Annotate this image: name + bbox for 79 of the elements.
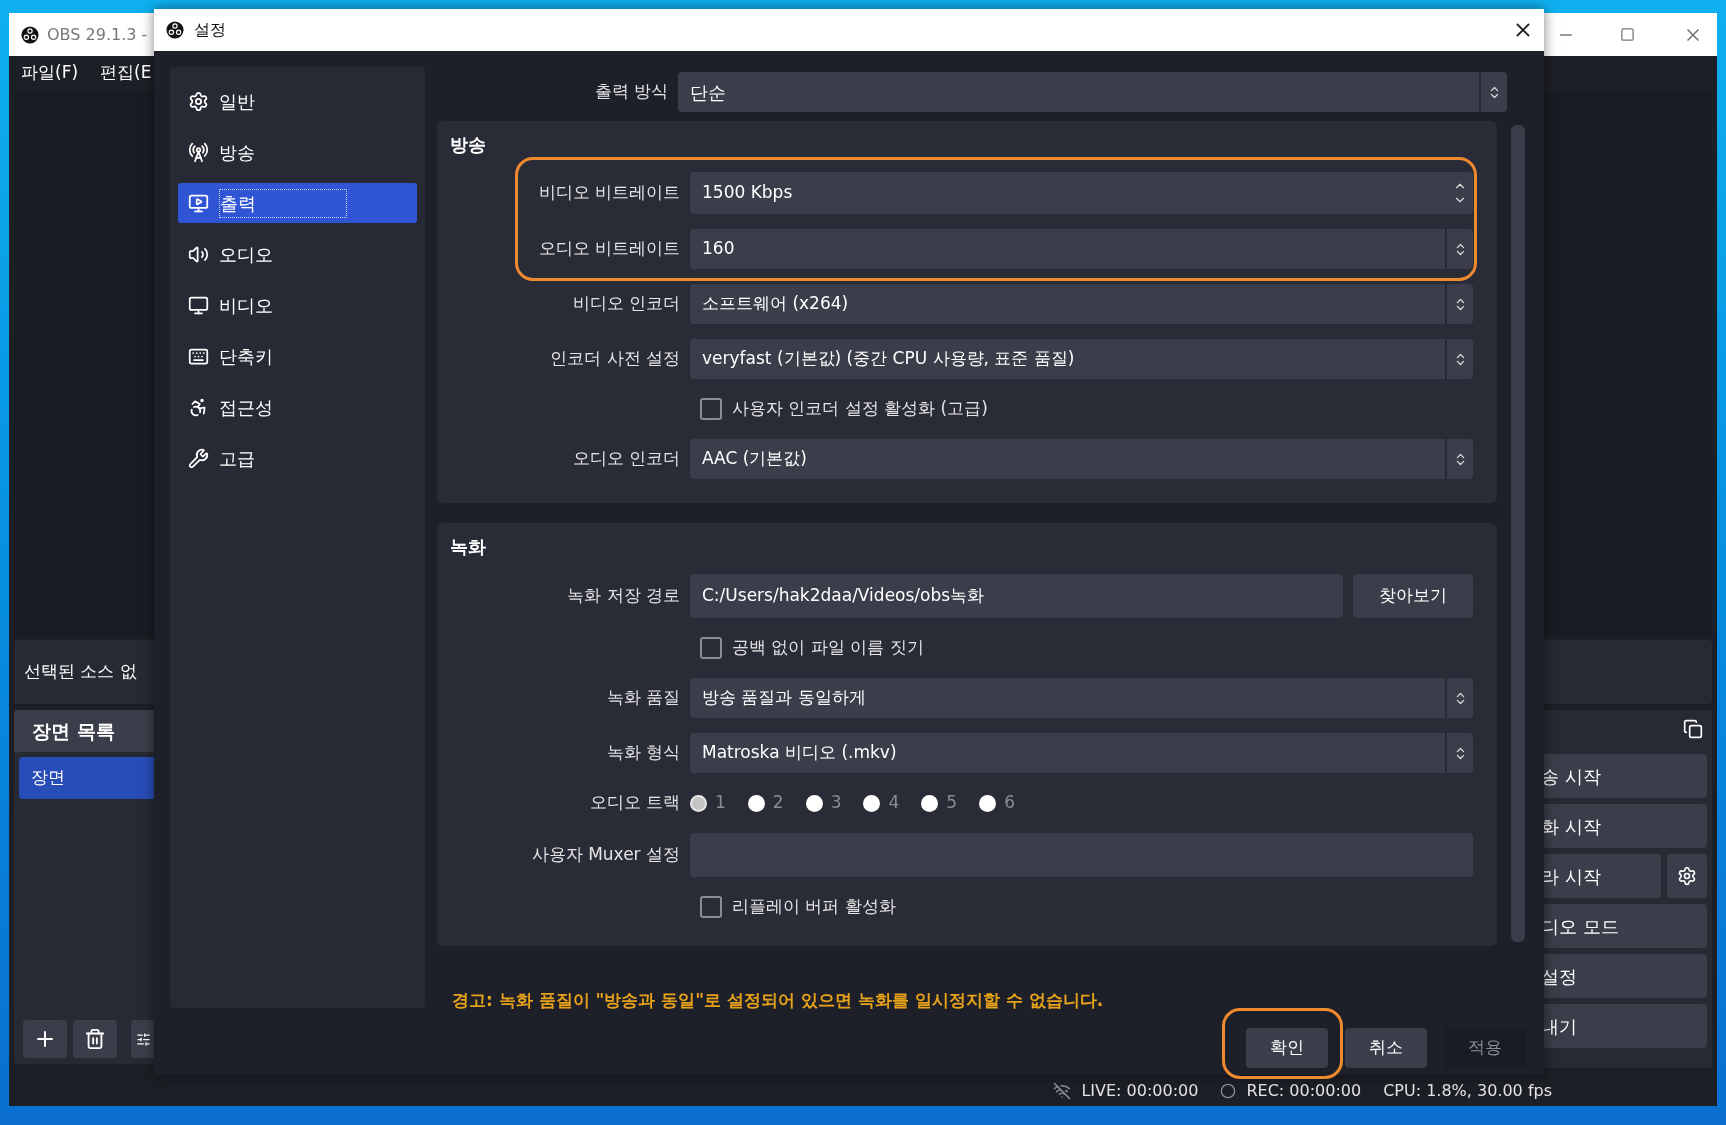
field-label: 녹화 형식 — [606, 741, 680, 765]
remove-button[interactable] — [73, 1020, 117, 1058]
menu-item[interactable]: 편집(E — [100, 60, 152, 86]
dialog-button[interactable]: 확인 — [1246, 1027, 1328, 1068]
scrollbar[interactable] — [1511, 125, 1525, 942]
trash-icon — [84, 1028, 106, 1050]
record-off-icon — [1220, 1083, 1237, 1099]
panel-title: 장면 목록 — [32, 718, 115, 744]
field-label: 오디오 비트레이트 — [538, 237, 680, 261]
track-number: 6 — [1004, 791, 1015, 815]
radio-button[interactable] — [979, 794, 997, 812]
dropdown[interactable]: 소프트웨어 (x264) — [690, 284, 1473, 324]
radio-button[interactable] — [747, 794, 765, 812]
radio-button[interactable] — [921, 794, 939, 812]
checkbox-label: 사용자 인코더 설정 활성화 (고급) — [732, 397, 988, 421]
field-label: 오디오 트랙 — [589, 791, 680, 815]
sidebar-item[interactable]: 출력 — [178, 183, 417, 223]
tools-icon — [188, 447, 209, 469]
dock-icon[interactable] — [1683, 719, 1703, 739]
field-label: 출력 방식 — [594, 80, 668, 104]
dropdown[interactable]: 160 — [690, 229, 1473, 269]
path-field[interactable]: C:/Users/hak2daa/Videos/obs녹화 — [690, 574, 1343, 618]
gear-icon — [188, 90, 209, 112]
track-number: 3 — [830, 791, 842, 815]
sidebar-item[interactable]: 일반 — [178, 81, 417, 121]
section-title: 녹화 — [450, 535, 487, 559]
field-label: 비디오 인코더 — [572, 292, 680, 316]
browse-button[interactable]: 찾아보기 — [1353, 574, 1473, 618]
sidebar-item[interactable]: 오디오 — [178, 234, 417, 274]
field-label: 녹화 저장 경로 — [567, 584, 680, 608]
checkbox[interactable] — [700, 398, 722, 420]
spin-field[interactable]: 1500 Kbps — [690, 172, 1473, 214]
track-number: 2 — [772, 791, 784, 815]
add-button[interactable] — [23, 1020, 67, 1058]
field-label: 녹화 품질 — [606, 686, 680, 710]
maximize-icon[interactable] — [1620, 27, 1635, 42]
checkbox-label: 리플레이 버퍼 활성화 — [732, 895, 896, 919]
track-number: 4 — [888, 791, 900, 815]
track-number: 1 — [715, 791, 726, 815]
dropdown[interactable]: Matroska 비디오 (.mkv) — [690, 733, 1473, 773]
field-label: 사용자 Muxer 설정 — [531, 843, 680, 867]
dropdown[interactable]: 방송 품질과 동일하게 — [690, 678, 1473, 718]
gear-icon — [1677, 866, 1697, 886]
field-label: 오디오 인코더 — [572, 447, 680, 471]
window-title: OBS 29.1.3 - — [47, 23, 148, 46]
radio-button[interactable] — [805, 794, 823, 812]
track-number: 5 — [946, 791, 958, 815]
status-text: LIVE: 00:00:00 — [1081, 1080, 1199, 1102]
radio-button[interactable] — [690, 794, 707, 812]
sidebar-item[interactable]: 접근성 — [178, 387, 417, 427]
sidebar-item[interactable]: 고급 — [178, 438, 417, 478]
screen-icon — [188, 192, 209, 214]
sidebar-item[interactable]: 방송 — [178, 132, 417, 172]
source-info-text: 선택된 소스 없 — [24, 660, 137, 684]
checkbox[interactable] — [700, 896, 722, 918]
status-text: REC: 00:00:00 — [1246, 1080, 1362, 1102]
sidebar-item[interactable]: 단축키 — [178, 336, 417, 376]
menu-item[interactable]: 파일(F) — [21, 60, 79, 86]
checkbox-label: 공백 없이 파일 이름 짓기 — [732, 636, 924, 660]
checkbox[interactable] — [700, 637, 722, 659]
status-text: CPU: 1.8%, 30.00 fps — [1383, 1080, 1552, 1102]
sidebar-item[interactable]: 비디오 — [178, 285, 417, 325]
filter-icon — [136, 1031, 151, 1047]
dialog-title: 설정 — [194, 19, 227, 41]
signal-off-icon — [1053, 1082, 1072, 1100]
dropdown[interactable]: veryfast (기본값) (중간 CPU 사용량, 표준 품질) — [690, 339, 1473, 379]
dropdown[interactable]: 단순 — [678, 72, 1507, 112]
dialog-button[interactable]: 취소 — [1345, 1027, 1427, 1068]
antenna-icon — [188, 141, 209, 163]
settings-button[interactable] — [1667, 854, 1707, 898]
app-logo-icon — [21, 25, 39, 44]
dropdown[interactable]: AAC (기본값) — [690, 439, 1473, 479]
radio-button[interactable] — [863, 794, 881, 812]
field-label: 비디오 비트레이트 — [538, 181, 680, 205]
warning-text: 경고: 녹화 품질이 "방송과 동일"로 설정되어 있으면 녹화를 일시정지할 수 없습니다. — [452, 989, 1105, 1012]
field-label: 인코더 사전 설정 — [550, 347, 680, 371]
monitor-icon — [188, 294, 209, 316]
section-title: 방송 — [450, 133, 487, 157]
app-logo-icon — [166, 21, 184, 39]
